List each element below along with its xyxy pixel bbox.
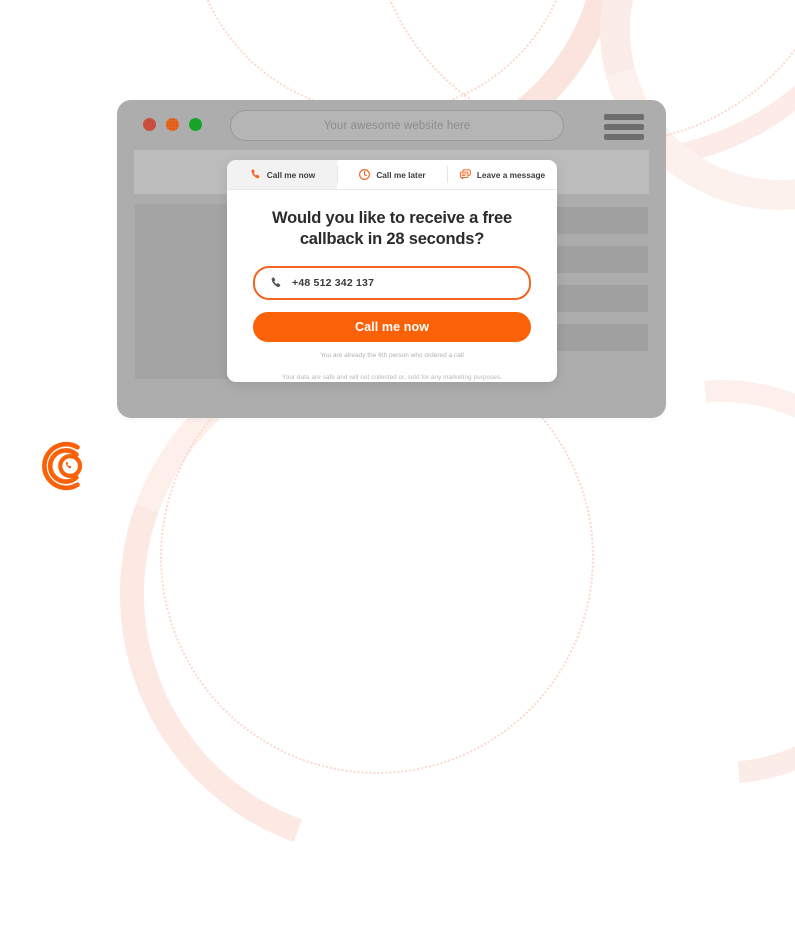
- hamburger-bar: [604, 114, 644, 120]
- minimize-dot-icon[interactable]: [166, 118, 179, 131]
- close-dot-icon[interactable]: [143, 118, 156, 131]
- maximize-dot-icon[interactable]: [189, 118, 202, 131]
- phone-number-value: +48 512 342 137: [292, 277, 375, 290]
- widget-body: Would you like to receive a free callbac…: [227, 190, 557, 382]
- hamburger-bar: [604, 124, 644, 130]
- headline-line-2: callback in 28 seconds?: [299, 230, 485, 249]
- widget-headline: Would you like to receive a free callbac…: [249, 208, 535, 250]
- address-bar[interactable]: Your awesome website here: [230, 110, 564, 141]
- callback-widget: Call me now Call me later Leave a messag…: [227, 160, 557, 382]
- address-bar-placeholder: Your awesome website here: [323, 119, 471, 132]
- browser-chrome: Your awesome website here: [117, 100, 666, 150]
- tab-call-me-later[interactable]: Call me later: [337, 160, 447, 189]
- callback-logo: [42, 441, 83, 491]
- clock-icon: [359, 169, 371, 180]
- tab-label: Leave a message: [476, 169, 546, 180]
- phone-input-field[interactable]: +48 512 342 137: [253, 266, 531, 301]
- hamburger-bar: [604, 134, 644, 140]
- call-me-now-button[interactable]: Call me now: [253, 312, 531, 343]
- chat-icon: [459, 169, 471, 180]
- phone-icon: [251, 169, 260, 179]
- hamburger-icon[interactable]: [604, 114, 644, 140]
- tab-label: Call me now: [266, 169, 316, 180]
- tab-leave-a-message[interactable]: Leave a message: [447, 160, 557, 189]
- tab-label: Call me later: [376, 169, 426, 180]
- widget-tab-bar: Call me now Call me later Leave a messag…: [227, 160, 557, 190]
- privacy-disclaimer: Your data are safe and will not collecte…: [281, 374, 502, 382]
- phone-handset-icon: [271, 277, 281, 288]
- social-proof-text: You are already the 6th person who order…: [320, 352, 464, 360]
- tab-call-me-now[interactable]: Call me now: [227, 160, 337, 189]
- headline-line-1: Would you like to receive a free: [272, 209, 512, 227]
- traffic-light-buttons: [143, 118, 202, 131]
